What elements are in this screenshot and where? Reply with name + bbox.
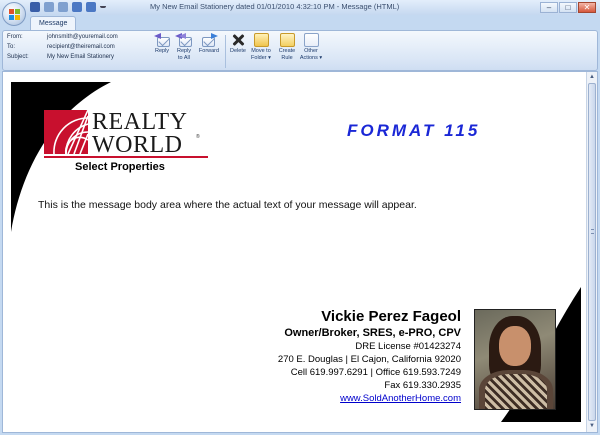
quick-access-toolbar <box>30 2 106 12</box>
move-to-folder-button[interactable]: Move to Folder ▾ <box>248 33 274 61</box>
from-value[interactable]: johnsmith@youremail.com <box>47 34 118 40</box>
rule-icon <box>279 33 295 47</box>
from-label: From: <box>7 34 23 40</box>
realty-world-logo: REALTY WORLD ® <box>44 110 208 160</box>
signature-block: Vickie Perez Fageol Owner/Broker, SRES, … <box>278 308 461 405</box>
reply-all-icon <box>174 33 192 47</box>
save-icon[interactable] <box>30 2 40 12</box>
scrollbar-thumb[interactable] <box>588 83 596 421</box>
reply-icon <box>153 33 170 47</box>
signature-fax: Fax 619.330.2935 <box>384 380 461 391</box>
to-row: To: recipient@theiremail.com <box>7 44 115 50</box>
format-title: FORMAT 115 <box>347 121 481 140</box>
reply-all-button[interactable]: Reply to All <box>171 33 197 61</box>
office-subtitle: Select Properties <box>75 161 165 173</box>
signature-address: 270 E. Douglas | El Cajon, California 92… <box>277 354 461 365</box>
maximize-button[interactable]: □ <box>559 2 577 13</box>
tab-message[interactable]: Message <box>30 16 77 30</box>
folder-icon <box>253 33 269 47</box>
logo-line-2: WORLD <box>92 132 183 158</box>
email-stationery: REALTY WORLD ® Select Properties FORMAT … <box>11 82 581 422</box>
signature-role: Owner/Broker, SRES, e-PRO, CPV <box>284 327 461 339</box>
signature-phones: Cell 619.997.6291 | Office 619.593.7249 <box>290 367 461 378</box>
window-controls: – □ ✕ <box>540 2 596 13</box>
scroll-up-icon[interactable]: ▲ <box>588 73 596 82</box>
signature-name: Vickie Perez Fageol <box>321 308 461 325</box>
signature-website-link[interactable]: www.SoldAnotherHome.com <box>278 392 461 405</box>
logo-line-1: REALTY <box>92 109 188 135</box>
ribbon: From: johnsmith@youremail.com To: recipien… <box>2 30 598 71</box>
agent-photo <box>474 309 556 410</box>
logo-underline <box>44 156 208 158</box>
message-body-text[interactable]: This is the message body area where the … <box>38 199 417 211</box>
close-button[interactable]: ✕ <box>578 2 596 13</box>
window-title: My New Email Stationery dated 01/01/2010… <box>150 2 400 11</box>
subject-label: Subject: <box>7 54 29 60</box>
ribbon-tab-row: Message <box>0 15 600 30</box>
globe-icon <box>44 110 88 154</box>
vertical-scrollbar[interactable]: ▲ ▼ <box>586 72 597 432</box>
office-logo-icon <box>9 9 21 20</box>
other-actions-button[interactable]: Other Actions ▾ <box>298 33 324 61</box>
title-bar: My New Email Stationery dated 01/01/2010… <box>0 0 600 15</box>
forward-icon <box>201 33 218 47</box>
scroll-down-icon[interactable]: ▼ <box>588 422 596 431</box>
office-button[interactable] <box>2 2 26 26</box>
to-value[interactable]: recipient@theiremail.com <box>47 44 115 50</box>
other-actions-icon <box>303 33 319 47</box>
to-label: To: <box>7 44 16 50</box>
from-row: From: johnsmith@youremail.com <box>7 34 118 40</box>
subject-row: Subject: My New Email Stationery <box>7 54 114 60</box>
next-item-icon[interactable] <box>86 2 96 12</box>
redo-icon[interactable] <box>58 2 68 12</box>
minimize-button[interactable]: – <box>540 2 558 13</box>
signature-license: DRE License #01423274 <box>355 341 461 352</box>
customize-toolbar-icon[interactable] <box>100 2 106 8</box>
logo-trademark: ® <box>196 134 200 140</box>
delete-icon <box>231 33 246 47</box>
undo-icon[interactable] <box>44 2 54 12</box>
create-rule-button[interactable]: Create Rule <box>274 33 300 61</box>
previous-item-icon[interactable] <box>72 2 82 12</box>
message-body-pane: REALTY WORLD ® Select Properties FORMAT … <box>2 71 598 433</box>
subject-value: My New Email Stationery <box>47 54 115 60</box>
forward-button[interactable]: Forward <box>196 33 222 55</box>
